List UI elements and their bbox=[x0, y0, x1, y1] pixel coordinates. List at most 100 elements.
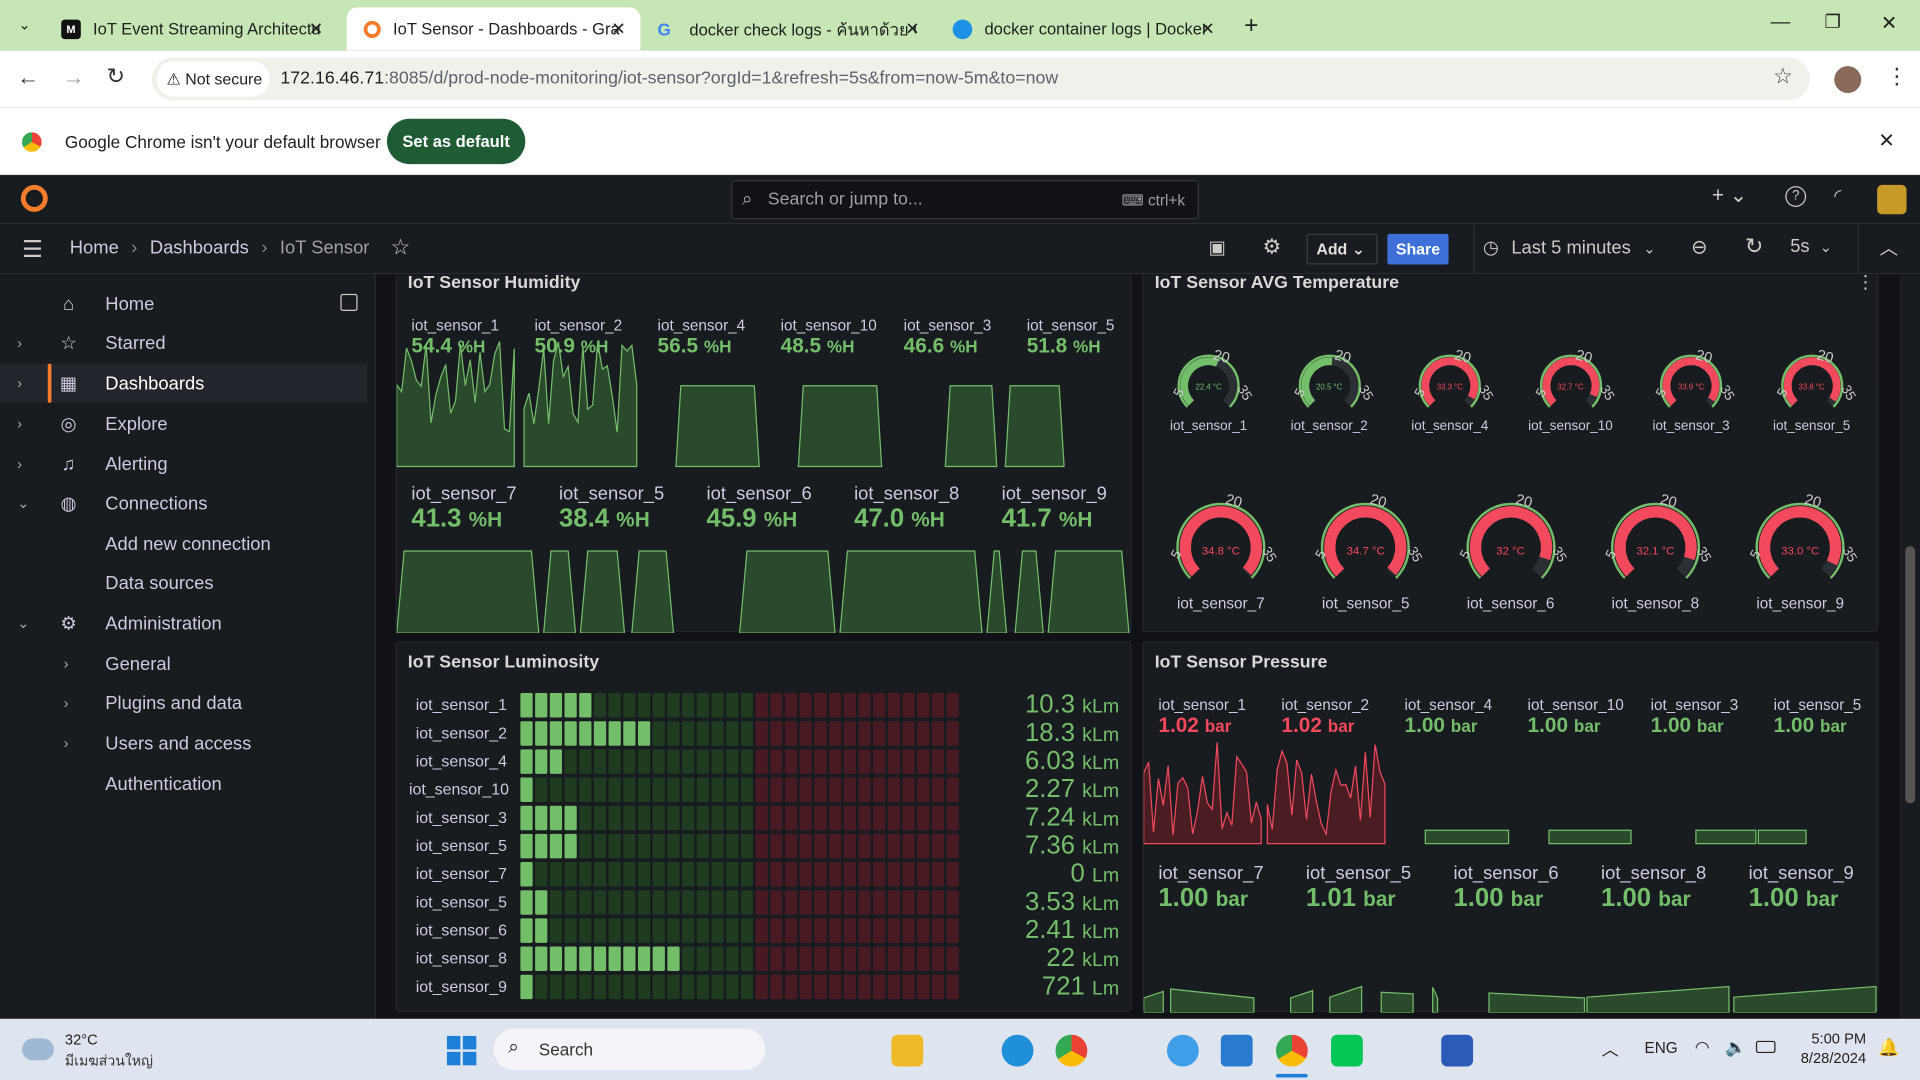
sidebar-item-dashboards[interactable]: › ▦ Dashboards bbox=[0, 363, 368, 403]
sidebar-item-explore[interactable]: › ◎ Explore bbox=[0, 404, 367, 443]
scrollbar-track[interactable] bbox=[1899, 274, 1920, 1019]
file-explorer-icon[interactable] bbox=[891, 1034, 924, 1067]
time-range-picker[interactable]: ◷ Last 5 minutes ⌄ bbox=[1483, 236, 1656, 259]
battery-icon[interactable] bbox=[1755, 1040, 1776, 1054]
refresh-icon[interactable]: ↻ bbox=[1745, 234, 1763, 260]
word-icon[interactable] bbox=[1441, 1034, 1474, 1067]
collapse-chevron-up-icon[interactable]: ︿ bbox=[1880, 235, 1898, 261]
search-input[interactable]: ⌕ Search or jump to... ⌨ ctrl+k bbox=[731, 180, 1199, 220]
favorite-star-icon[interactable]: ☆ bbox=[391, 235, 411, 261]
menu-hamburger-icon[interactable]: ☰ bbox=[22, 236, 43, 264]
settings-gear-icon[interactable]: ⚙ bbox=[1262, 235, 1281, 259]
tab-search-icon[interactable]: ⌄ bbox=[10, 10, 39, 39]
sidebar-item-home[interactable]: ⌂ Home bbox=[0, 284, 367, 323]
lum-cell bbox=[784, 721, 798, 746]
wifi-icon[interactable]: ◠ bbox=[1695, 1037, 1710, 1058]
chevron-right-icon[interactable]: › bbox=[64, 655, 69, 672]
refresh-interval-picker[interactable]: 5s ⌄ bbox=[1790, 236, 1832, 257]
lum-cell bbox=[726, 974, 739, 1000]
chevron-down-icon[interactable]: ⌄ bbox=[17, 615, 29, 632]
lum-cell bbox=[858, 833, 871, 859]
minimize-icon[interactable]: — bbox=[1771, 12, 1791, 34]
lum-cell bbox=[564, 777, 577, 803]
sidebar-item-add-new-connection[interactable]: Add new connection bbox=[0, 524, 367, 563]
lum-cell bbox=[902, 890, 915, 915]
grafana-logo-icon[interactable] bbox=[20, 184, 48, 212]
chevron-down-icon[interactable]: ⌄ bbox=[17, 495, 29, 512]
sidebar-item-connections[interactable]: ⌄ ◍ Connections bbox=[0, 484, 367, 523]
panel-title: IoT Sensor Luminosity bbox=[407, 652, 600, 673]
forward-icon[interactable]: → bbox=[62, 65, 84, 91]
bookmark-star-icon[interactable]: ☆ bbox=[1773, 64, 1793, 90]
language-indicator[interactable]: ENG bbox=[1644, 1040, 1677, 1057]
chrome-profile-icon[interactable] bbox=[1275, 1034, 1308, 1067]
help-icon[interactable]: ? bbox=[1785, 186, 1807, 207]
news-rss-icon[interactable]: ◜ bbox=[1834, 185, 1841, 207]
vscode-icon[interactable] bbox=[1220, 1034, 1253, 1067]
tab-close-icon[interactable]: ✕ bbox=[611, 18, 625, 39]
infobar-close-icon[interactable]: ✕ bbox=[1878, 129, 1894, 153]
chevron-right-icon[interactable]: › bbox=[64, 735, 69, 752]
lum-cell bbox=[667, 777, 680, 803]
lum-cell bbox=[593, 721, 607, 746]
save-icon[interactable]: ▣ bbox=[1209, 236, 1226, 259]
sidebar-item-general[interactable]: › General bbox=[0, 644, 367, 683]
tab-google-search[interactable]: G docker check logs - ค้นหาด้วย Go ✕ bbox=[640, 7, 934, 50]
tab-close-icon[interactable]: ✕ bbox=[1200, 18, 1214, 39]
pressure-sparkline bbox=[1143, 742, 1262, 845]
scrollbar-thumb[interactable] bbox=[1905, 546, 1916, 804]
sidebar-item-users-and-access[interactable]: › Users and access bbox=[0, 724, 367, 763]
chevron-right-icon[interactable]: › bbox=[17, 375, 22, 392]
tab-grafana[interactable]: IoT Sensor - Dashboards - Grafa ✕ bbox=[346, 7, 641, 51]
set-default-button[interactable]: Set as default bbox=[386, 118, 526, 165]
clock-time[interactable]: 5:00 PM bbox=[1800, 1030, 1866, 1047]
sidebar-item-plugins-and-data[interactable]: › Plugins and data bbox=[0, 683, 367, 722]
security-chip[interactable]: ⚠ Not secure bbox=[156, 61, 270, 97]
breadcrumb-home[interactable]: Home bbox=[70, 238, 119, 259]
windows-start-icon[interactable] bbox=[446, 1035, 478, 1067]
line-icon[interactable] bbox=[1331, 1034, 1363, 1067]
chrome-taskbar-icon[interactable] bbox=[1055, 1034, 1088, 1067]
restore-icon[interactable]: ❐ bbox=[1824, 11, 1840, 33]
user-avatar[interactable] bbox=[1877, 184, 1907, 215]
tab-iot-architecture[interactable]: M IoT Event Streaming Architectur ✕ bbox=[44, 7, 338, 50]
tab-close-icon[interactable]: ✕ bbox=[905, 18, 919, 39]
app-icon[interactable] bbox=[1166, 1034, 1199, 1067]
lum-cell bbox=[711, 946, 724, 972]
address-bar[interactable]: ⚠ Not secure 172.16.46.71:8085/d/prod-no… bbox=[151, 57, 1810, 101]
zoom-out-icon[interactable]: ⊖ bbox=[1691, 235, 1707, 259]
chevron-right-icon[interactable]: › bbox=[17, 456, 22, 473]
profile-avatar[interactable] bbox=[1834, 66, 1862, 94]
tray-chevron-up-icon[interactable]: ︿ bbox=[1602, 1037, 1619, 1061]
reload-icon[interactable]: ↻ bbox=[107, 64, 125, 90]
panel-menu-icon[interactable]: ⋮ bbox=[1856, 274, 1874, 292]
breadcrumb-dashboards[interactable]: Dashboards bbox=[150, 238, 249, 259]
sidebar-item-authentication[interactable]: Authentication bbox=[0, 764, 367, 803]
sidebar-item-alerting[interactable]: › ♫ Alerting bbox=[0, 444, 367, 483]
volume-muted-icon[interactable]: 🔈 bbox=[1725, 1037, 1746, 1058]
chevron-right-icon[interactable]: › bbox=[17, 334, 22, 351]
close-window-icon[interactable]: ✕ bbox=[1881, 11, 1897, 35]
sidebar-item-starred[interactable]: › ☆ Starred bbox=[0, 323, 367, 362]
panel-luminosity: IoT Sensor Luminosity iot_sensor_1 10.3 k… bbox=[395, 641, 1132, 1012]
new-tab-icon[interactable]: + bbox=[1244, 12, 1258, 40]
tab-close-icon[interactable]: ✕ bbox=[309, 18, 323, 39]
sidebar-item-administration[interactable]: ⌄ ⚙ Administration bbox=[0, 604, 367, 643]
stat-value: 1.02 bar bbox=[1281, 713, 1355, 738]
menu-kebab-icon[interactable]: ⋮ bbox=[1886, 64, 1908, 90]
chevron-right-icon[interactable]: › bbox=[64, 694, 69, 711]
tab-docker-docs[interactable]: docker container logs | Docker ✕ bbox=[936, 7, 1230, 50]
notification-icon[interactable]: 🔔 bbox=[1878, 1037, 1899, 1058]
taskbar-search-box[interactable]: ⌕ Search bbox=[493, 1028, 766, 1071]
pressure-sparkline bbox=[1170, 988, 1255, 1013]
add-dropdown-button[interactable]: Add ⌄ bbox=[1306, 233, 1378, 265]
stat-name: iot_sensor_10 bbox=[1527, 696, 1624, 714]
new-plus-icon[interactable]: + ⌄ bbox=[1712, 184, 1747, 208]
chevron-right-icon[interactable]: › bbox=[17, 415, 22, 432]
weather-cloud-icon[interactable] bbox=[22, 1038, 54, 1061]
sidebar-item-data-sources[interactable]: Data sources bbox=[0, 563, 367, 602]
share-button[interactable]: Share bbox=[1387, 233, 1449, 265]
back-icon[interactable]: ← bbox=[17, 65, 39, 91]
edge-icon[interactable] bbox=[1001, 1034, 1034, 1067]
clock-date[interactable]: 8/28/2024 bbox=[1788, 1049, 1866, 1066]
